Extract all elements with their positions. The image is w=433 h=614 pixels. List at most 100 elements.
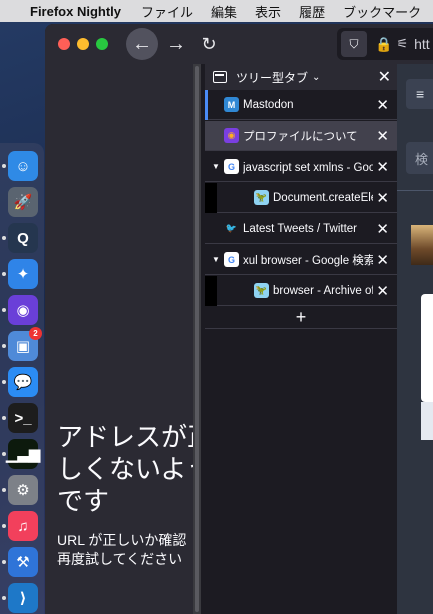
url-bar[interactable]: ⛉ 🔒 ⚟ htt (337, 28, 433, 60)
close-tab-icon[interactable]: ✕ (376, 282, 389, 300)
tab-row[interactable]: 🦖 Document.createElementNS()✕ (205, 183, 397, 213)
running-indicator (2, 452, 6, 456)
twitter-favicon-icon: 🐦 (225, 223, 238, 233)
menu-edit[interactable]: 編集 (211, 2, 237, 21)
dock-quicktime-icon[interactable]: Q (8, 223, 38, 253)
dock-messages-icon[interactable]: 💬 (8, 367, 38, 397)
close-tab-icon[interactable]: ✕ (376, 251, 389, 269)
tracking-protection-shield-icon[interactable]: ⛉ (341, 31, 367, 57)
menu-history[interactable]: 履歴 (299, 2, 325, 21)
splitter-handle[interactable] (195, 66, 199, 612)
mastodon-favicon-icon: M (224, 97, 239, 112)
dock-system-preferences-icon[interactable]: ⚙ (8, 475, 38, 505)
menu-icon: ≡ (416, 86, 425, 102)
tab-row[interactable]: 🐦 Latest Tweets / Twitter ✕ (205, 214, 397, 244)
tab-row[interactable]: ▼ Gjavascript set xmlns - Google 検索✕ (205, 152, 397, 182)
lock-icon[interactable]: 🔒 (375, 36, 392, 53)
unread-indicator (205, 90, 208, 120)
dock-music-icon[interactable]: ♫ (8, 511, 38, 541)
running-indicator (2, 416, 6, 420)
tab-row[interactable]: ▼ Gxul browser - Google 検索 ✕ (205, 245, 397, 275)
mdn-favicon-icon: 🦖 (254, 190, 269, 205)
tab-row[interactable]: M Mastodon ✕ (205, 90, 397, 120)
tree-style-tab-sidebar: ツリー型タブ ⌄ ✕ M Mastodon ✕ ◉ プロファイルについて ✕ ▼ Gjavas… (205, 64, 397, 614)
tab-title: プロファイルについて (243, 130, 358, 143)
google-favicon-icon: G (224, 159, 239, 174)
dock-launchpad-icon[interactable]: 🚀 (8, 187, 38, 217)
hamburger-menu-button[interactable]: ≡ (406, 79, 433, 109)
running-indicator (2, 236, 6, 240)
notification-badge: 2 (29, 327, 42, 340)
browser-toolbar: ← → ↻ ⛉ 🔒 ⚟ htt (45, 24, 433, 64)
tab-title: Latest Tweets / Twitter (243, 222, 357, 235)
dock-xcode-icon[interactable]: ⚒ (8, 547, 38, 577)
error-title: アドレスが正 しくないよう です (57, 422, 197, 516)
plus-icon: + (295, 307, 307, 327)
window-maximize-button[interactable] (96, 38, 108, 50)
compose-card-footer (421, 402, 433, 440)
browser-window: ← → ↻ ⛉ 🔒 ⚟ htt アドレスが正 しくないよう です URL が正し… (45, 24, 433, 614)
divider (397, 190, 433, 191)
dock-preview-icon[interactable]: ▣ 2 (8, 327, 42, 361)
new-tab-button[interactable]: + (205, 307, 397, 329)
running-indicator (2, 380, 6, 384)
tab-row[interactable]: 🦖 browser - Archive of obsolete content✕ (205, 276, 397, 306)
menu-bar: Firefox Nightly ファイル 編集 表示 履歴 ブックマーク (0, 0, 433, 22)
app-name-menu[interactable]: Firefox Nightly (30, 4, 121, 19)
close-tab-icon[interactable]: ✕ (376, 96, 389, 114)
running-indicator (2, 560, 6, 564)
twisty-expand-icon[interactable]: ▼ (212, 162, 220, 171)
menu-file[interactable]: ファイル (141, 2, 193, 21)
avatar[interactable] (411, 225, 433, 265)
reload-button[interactable]: ↻ (193, 28, 225, 60)
close-tab-icon[interactable]: ✕ (376, 220, 389, 238)
tab-title: browser - Archive of obsolete content (273, 284, 373, 297)
tab-title: javascript set xmlns - Google 検索 (243, 161, 373, 174)
tab-title: Document.createElementNS() (273, 191, 373, 204)
running-indicator (2, 272, 6, 276)
window-close-button[interactable] (58, 38, 70, 50)
back-button[interactable]: ← (126, 28, 158, 60)
google-favicon-icon: G (224, 252, 239, 267)
tab-title: Mastodon (243, 98, 294, 111)
compose-card[interactable] (421, 294, 433, 402)
sidebar-title[interactable]: ツリー型タブ (236, 69, 308, 86)
tab-title: xul browser - Google 検索 (243, 254, 373, 267)
mdn-favicon-icon: 🦖 (254, 283, 269, 298)
window-minimize-button[interactable] (77, 38, 89, 50)
sidebar-close-icon[interactable]: ✕ (378, 67, 391, 87)
dock-finder-icon[interactable]: ☺ (8, 151, 38, 181)
page-content-error: アドレスが正 しくないよう です URL が正しいか確認 再度試してください (45, 64, 197, 614)
adjacent-page-content: ≡ 検 (397, 64, 433, 614)
twisty-expand-icon[interactable]: ▼ (212, 255, 220, 264)
search-placeholder: 検 (415, 151, 429, 167)
indent-guide (205, 183, 217, 213)
permissions-icon[interactable]: ⚟ (396, 36, 408, 52)
close-tab-icon[interactable]: ✕ (376, 158, 389, 176)
running-indicator (2, 488, 6, 492)
arrow-left-icon: ← (132, 32, 152, 55)
reload-icon: ↻ (201, 33, 217, 54)
close-tab-icon[interactable]: ✕ (376, 127, 389, 145)
running-indicator (2, 524, 6, 528)
menu-view[interactable]: 表示 (255, 2, 281, 21)
dock-terminal-icon[interactable]: >_ (8, 403, 38, 433)
arrow-right-icon: → (166, 32, 186, 55)
sidebar-header[interactable]: ツリー型タブ ⌄ ✕ (205, 64, 397, 90)
firefox-favicon-icon: ◉ (224, 128, 239, 143)
dock-firefox-nightly-icon[interactable]: ◉ (8, 295, 38, 325)
running-indicator (2, 596, 6, 600)
menu-bookmarks[interactable]: ブックマーク (343, 2, 421, 21)
dock-vscode-icon[interactable]: ⟩ (8, 583, 38, 613)
url-text[interactable]: htt (414, 36, 430, 52)
tab-row[interactable]: ◉ プロファイルについて ✕ (205, 121, 397, 151)
close-tab-icon[interactable]: ✕ (376, 189, 389, 207)
dock-safari-icon[interactable]: ✦ (8, 259, 38, 289)
chevron-down-icon[interactable]: ⌄ (312, 72, 320, 83)
dock-activity-monitor-icon[interactable]: ▁▃▆ (6, 439, 40, 469)
running-indicator (2, 344, 6, 348)
search-input[interactable]: 検 (406, 142, 433, 174)
dock: ☺ 🚀 Q ✦ ◉ ▣ 2 💬 >_ ▁▃▆ ⚙ ♫ ⚒ ⟩ (0, 143, 44, 614)
forward-button[interactable]: → (160, 28, 192, 60)
running-indicator (2, 308, 6, 312)
